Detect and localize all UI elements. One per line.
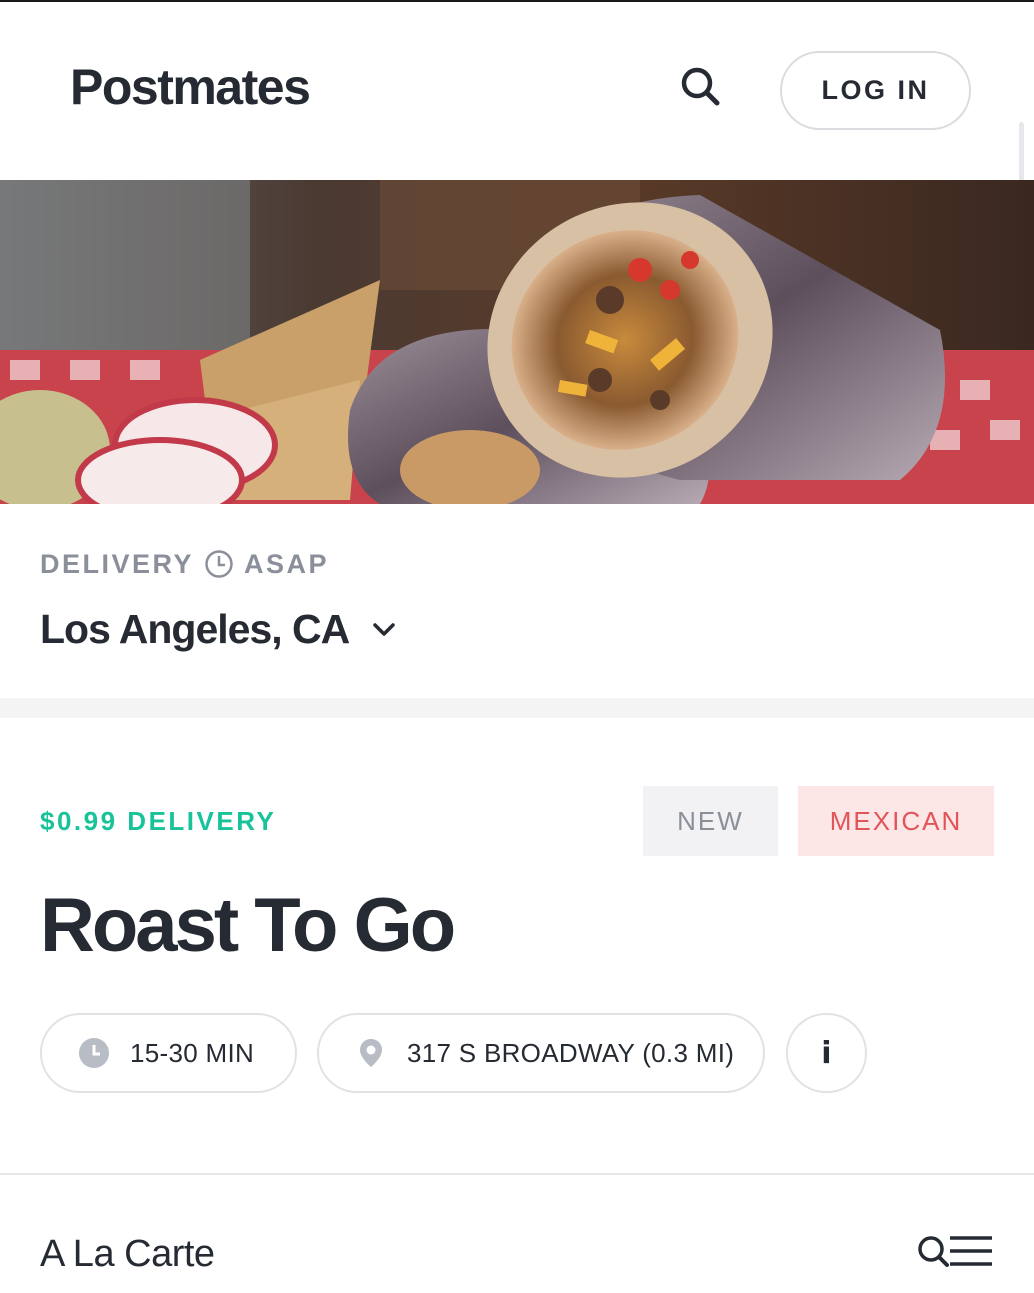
burrito-photo xyxy=(0,180,1034,504)
delivery-mode[interactable]: DELIVERY ASAP xyxy=(40,548,329,580)
hero-image xyxy=(0,180,1034,504)
postmates-logo[interactable]: Postmates xyxy=(70,58,311,116)
location-pin-icon xyxy=(360,1039,382,1067)
badge-new: NEW xyxy=(643,786,778,856)
location-selector[interactable]: Los Angeles, CA xyxy=(40,606,399,653)
clock-icon xyxy=(205,550,233,578)
chevron-down-icon xyxy=(373,622,396,636)
badge-cuisine: MEXICAN xyxy=(798,786,994,856)
menu-section-title: A La Carte xyxy=(40,1233,215,1275)
search-icon xyxy=(681,67,720,106)
delivery-time: ASAP xyxy=(244,548,330,579)
clock-icon xyxy=(79,1038,109,1068)
eta-pill: 15-30 MIN xyxy=(40,1013,297,1093)
delivery-fee: $0.99 DELIVERY xyxy=(40,806,277,836)
scrollbar[interactable] xyxy=(1019,122,1024,182)
login-button[interactable]: LOG IN xyxy=(780,51,971,130)
eta-text: 15-30 MIN xyxy=(130,1037,255,1068)
address-text: 317 S BROADWAY (0.3 MI) xyxy=(407,1037,735,1068)
menu-divider xyxy=(0,1173,1034,1175)
info-icon: i xyxy=(821,1035,832,1071)
address-pill[interactable]: 317 S BROADWAY (0.3 MI) xyxy=(317,1013,765,1093)
menu-search-icon xyxy=(918,1236,992,1267)
app-header: Postmates LOG IN xyxy=(0,2,1034,182)
search-button[interactable] xyxy=(676,62,724,110)
menu-search-button[interactable] xyxy=(916,1232,996,1272)
section-divider xyxy=(0,698,1034,718)
location-label: Los Angeles, CA xyxy=(40,606,350,652)
info-button[interactable]: i xyxy=(786,1013,867,1093)
store-name: Roast To Go xyxy=(40,883,456,968)
delivery-label: DELIVERY xyxy=(40,548,195,579)
